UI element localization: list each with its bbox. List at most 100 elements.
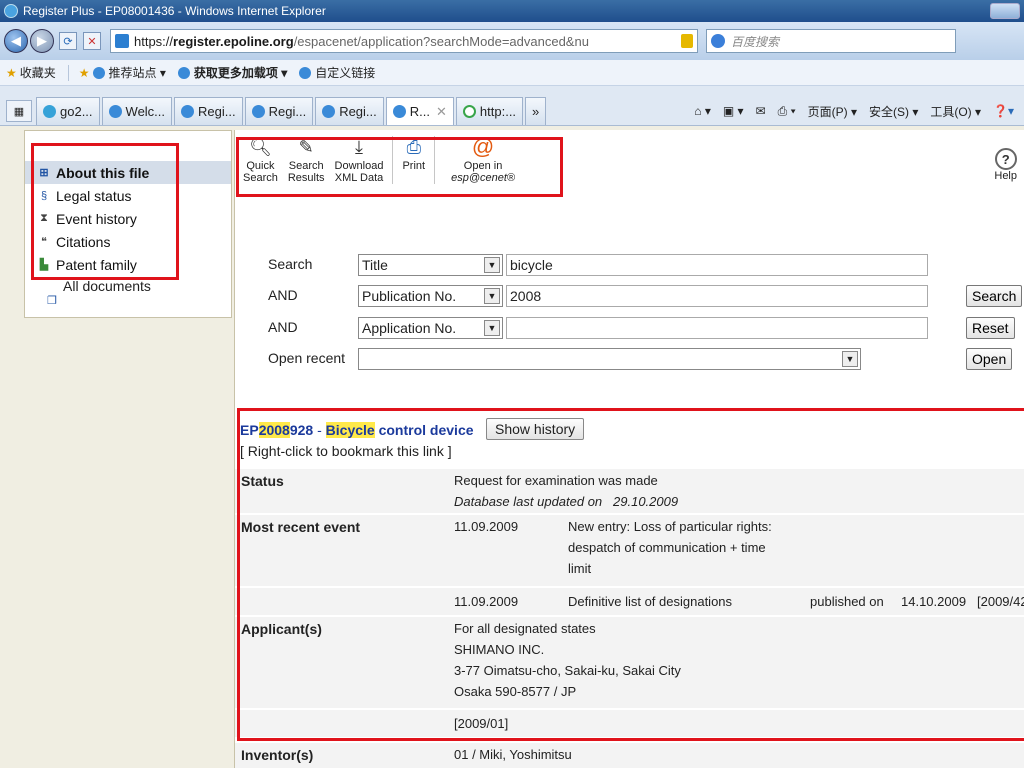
- search-row-label: Search: [268, 256, 313, 272]
- tool-label: Help: [994, 170, 1017, 182]
- ie-logo-icon: [4, 4, 18, 18]
- field-select-value: Title: [362, 257, 388, 273]
- search-term-input[interactable]: bicycle: [506, 254, 928, 276]
- favorites-item-label: 自定义链接: [315, 66, 376, 80]
- search-term-input[interactable]: [506, 317, 928, 339]
- home-icon[interactable]: ⌂ ▾: [694, 104, 711, 118]
- dropdown-arrow-icon[interactable]: ▼: [484, 320, 500, 336]
- favorites-item-label: 获取更多加载项 ▾: [193, 66, 288, 80]
- sidebar-item-label: All documents: [63, 278, 151, 294]
- favorites-item-label: 推荐站点 ▾: [108, 66, 166, 80]
- search-row-label: AND: [268, 287, 298, 303]
- field-select[interactable]: Application No. ▼: [358, 317, 503, 339]
- feeds-icon[interactable]: ▣ ▾: [723, 104, 744, 118]
- field-select-value: Application No.: [362, 320, 457, 336]
- ie-icon: [92, 66, 105, 79]
- field-select[interactable]: Title ▼: [358, 254, 503, 276]
- command-bar: ⌂ ▾ ▣ ▾ ✉ ⎙ ▾ 页面(P) ▾ 安全(S) ▾ 工具(O) ▾ ❓▾: [688, 97, 1024, 125]
- tab-label: R...: [409, 104, 430, 119]
- search-row: AND Application No. ▼ Reset: [235, 315, 1024, 341]
- window-controls[interactable]: [990, 3, 1020, 19]
- tab-welcome[interactable]: Welc...: [101, 97, 173, 125]
- favorites-button[interactable]: ★ 收藏夹: [6, 64, 56, 81]
- star-icon: ★: [6, 65, 17, 80]
- inventor-row: Inventor(s) 01 / Miki, Yoshimitsu: [235, 742, 1024, 768]
- tab-go2[interactable]: go2...: [36, 97, 100, 125]
- open-recent-row: Open recent ▼ Open: [235, 346, 1024, 372]
- forward-button[interactable]: ▶: [30, 29, 54, 53]
- tab-register-1[interactable]: Regi...: [174, 97, 243, 125]
- tab-label: go2...: [60, 104, 93, 119]
- dropdown-arrow-icon[interactable]: ▼: [484, 257, 500, 273]
- page-icon: [115, 34, 129, 48]
- ie-icon: [251, 105, 265, 118]
- ie-icon: [322, 105, 336, 118]
- tab-http[interactable]: http:...: [455, 97, 524, 125]
- stop-icon[interactable]: ✕: [83, 32, 101, 50]
- ie-icon: [43, 105, 56, 118]
- help-menu-icon[interactable]: ❓▾: [993, 104, 1014, 118]
- loading-icon: [462, 105, 476, 118]
- tab-label: http:...: [479, 104, 517, 119]
- search-term-value: 2008: [510, 288, 542, 304]
- ie-icon: [392, 105, 406, 118]
- dropdown-arrow-icon[interactable]: ▼: [484, 288, 500, 304]
- print-icon[interactable]: ⎙ ▾: [778, 104, 796, 119]
- window-title-bar: Register Plus - EP08001436 - Windows Int…: [0, 0, 1024, 22]
- open-recent-label: Open recent: [268, 350, 346, 366]
- help-button[interactable]: ? Help: [994, 148, 1017, 182]
- search-button[interactable]: Search: [966, 285, 1023, 307]
- favorites-item-suggested[interactable]: ★ 推荐站点 ▾: [79, 64, 166, 81]
- refresh-icon[interactable]: ⟳: [59, 32, 77, 50]
- tab-label: Regi...: [339, 104, 377, 119]
- favorites-item-custom[interactable]: 自定义链接: [299, 64, 375, 81]
- favorites-item-addons[interactable]: 获取更多加载项 ▾: [177, 64, 288, 81]
- main-panel: 🔍︎ Quick Search ✎ Search Results ⤓ Downl…: [234, 130, 1024, 768]
- window-title: Register Plus - EP08001436 - Windows Int…: [23, 4, 326, 18]
- address-bar: ◀ ▶ ⟳ ✕ https://register.epoline.org/esp…: [0, 22, 1024, 60]
- search-provider-icon: [711, 34, 725, 48]
- question-icon: ?: [994, 148, 1017, 170]
- tab-label: Welc...: [125, 104, 166, 119]
- back-button[interactable]: ◀: [4, 29, 28, 53]
- tab-register-2[interactable]: Regi...: [244, 97, 314, 125]
- open-recent-select[interactable]: ▼: [358, 348, 861, 370]
- url-scheme: https://: [134, 33, 174, 49]
- search-provider-input[interactable]: 百度搜索: [706, 29, 956, 53]
- tab-label: Regi...: [268, 104, 307, 119]
- page-menu[interactable]: 页面(P) ▾: [808, 103, 857, 120]
- search-term-value: bicycle: [510, 257, 553, 273]
- mail-icon[interactable]: ✉: [756, 104, 766, 118]
- search-row: Search Title ▼ bicycle: [235, 252, 1024, 278]
- ie-icon: [177, 66, 190, 79]
- lock-icon[interactable]: [681, 34, 693, 48]
- tab-label: Regi...: [198, 104, 236, 119]
- url-input[interactable]: https://register.epoline.org/espacenet/a…: [110, 29, 698, 53]
- quick-tabs-button[interactable]: ▦: [6, 100, 32, 122]
- field-select[interactable]: Publication No. ▼: [358, 285, 503, 307]
- safety-menu[interactable]: 安全(S) ▾: [869, 103, 918, 120]
- ie-icon: [108, 105, 122, 118]
- more-tabs-button[interactable]: »: [525, 97, 547, 125]
- annotation-box-result: [237, 408, 1024, 741]
- inventor-value: 01 / Miki, Yoshimitsu: [454, 747, 572, 762]
- search-provider-placeholder: 百度搜索: [731, 34, 780, 49]
- divider: [67, 64, 69, 81]
- search-term-input[interactable]: 2008: [506, 285, 928, 307]
- tab-register-active[interactable]: R... ✕: [385, 97, 454, 125]
- row-key: Inventor(s): [241, 747, 314, 763]
- search-row: AND Publication No. ▼ 2008 Search: [235, 283, 1024, 309]
- url-host: register.epoline.org: [173, 33, 294, 49]
- tools-menu[interactable]: 工具(O) ▾: [930, 103, 981, 120]
- close-tab-icon[interactable]: ✕: [436, 104, 447, 120]
- tab-register-3[interactable]: Regi...: [315, 97, 384, 125]
- tab-bar: ▦ go2... Welc... Regi... Regi... Regi...…: [0, 86, 1024, 126]
- page-content: ⊞ About this file § Legal status ⧗ Event…: [0, 126, 1024, 768]
- sidebar-item-all-documents[interactable]: All documents ❐: [25, 278, 231, 307]
- open-button[interactable]: Open: [966, 348, 1013, 370]
- dropdown-arrow-icon[interactable]: ▼: [842, 351, 858, 367]
- field-select-value: Publication No.: [362, 288, 457, 304]
- reset-button[interactable]: Reset: [966, 317, 1015, 339]
- favorites-bar: ★ 收藏夹 ★ 推荐站点 ▾ 获取更多加载项 ▾ 自定义链接: [0, 60, 1024, 86]
- annotation-box-sidebar: [31, 143, 179, 280]
